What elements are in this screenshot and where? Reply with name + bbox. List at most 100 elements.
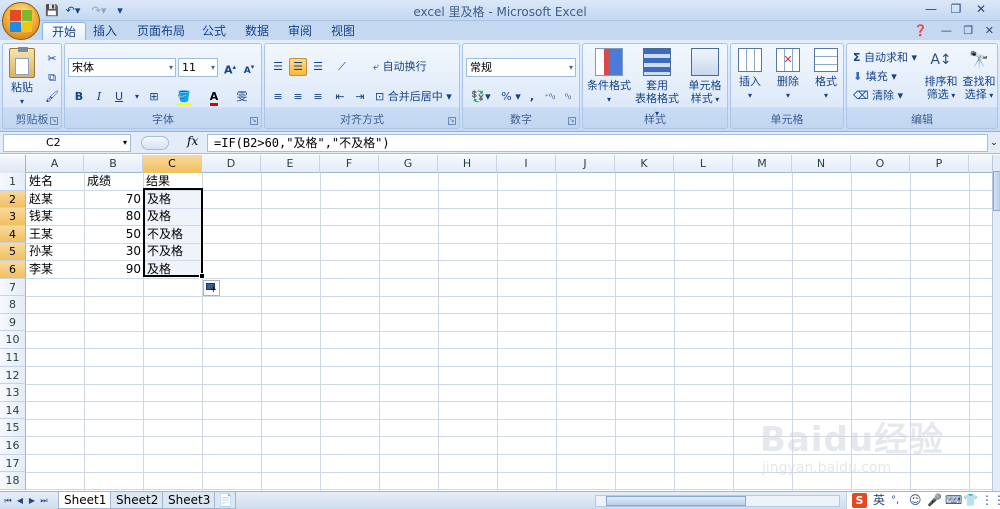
row-header-15[interactable]: 15	[0, 419, 26, 437]
underline-button[interactable]: U	[110, 88, 128, 106]
align-center-icon[interactable]: ≡	[289, 88, 307, 106]
column-header-g[interactable]: G	[379, 155, 438, 173]
ime-voice-icon[interactable]: 🎤	[927, 492, 942, 509]
format-cells-button[interactable]: 格式 ▾	[807, 48, 845, 102]
tab-home[interactable]: 开始	[42, 22, 87, 41]
row-header-9[interactable]: 9	[0, 313, 26, 332]
column-header-f[interactable]: F	[320, 155, 379, 173]
cell-c1[interactable]: 结果	[144, 173, 202, 190]
cell-c2[interactable]: 及格	[145, 191, 202, 208]
borders-icon[interactable]: ⊞	[145, 88, 163, 106]
row-header-6[interactable]: 6	[0, 261, 26, 279]
decrease-indent-icon[interactable]: ⇤	[331, 88, 349, 106]
column-header-m[interactable]: M	[733, 155, 792, 173]
autofill-options-icon[interactable]: +	[203, 280, 220, 296]
cell-a4[interactable]: 王某	[27, 226, 84, 243]
decrease-decimal-icon[interactable]: ⁰₀	[559, 88, 577, 106]
wrap-text-button[interactable]: ⤶ 自动换行	[373, 58, 427, 76]
expand-formula-icon[interactable]: ⌄	[988, 134, 1000, 152]
increase-decimal-icon[interactable]: ⁺⁰₀	[541, 88, 559, 106]
alignment-launcher-icon[interactable]: ↘	[448, 117, 456, 125]
office-button[interactable]	[2, 2, 40, 40]
workbook-close-icon[interactable]: ✕	[985, 24, 994, 37]
insert-cells-button[interactable]: 插入 ▾	[731, 48, 769, 102]
shrink-font-icon[interactable]: A▾	[240, 58, 258, 76]
percent-button[interactable]: % ▾	[499, 88, 523, 106]
phonetic-icon[interactable]: 雯	[233, 88, 251, 106]
ime-emoji-icon[interactable]: ☺	[909, 492, 922, 509]
prev-sheet-icon[interactable]: ◀	[15, 494, 25, 507]
find-select-button[interactable]: 🔭 查找和 选择 ▾	[959, 48, 999, 102]
comma-button[interactable]: ,	[523, 88, 541, 106]
help-icon[interactable]: ❓	[914, 24, 928, 37]
delete-cells-button[interactable]: ✕ 删除 ▾	[769, 48, 807, 102]
bold-button[interactable]: B	[70, 88, 88, 106]
vertical-scrollbar[interactable]	[992, 155, 1000, 491]
row-header-2[interactable]: 2	[0, 190, 26, 209]
horizontal-scroll-thumb[interactable]	[606, 496, 746, 506]
cell-c6[interactable]: 及格	[145, 261, 202, 278]
number-format-select[interactable]: 常规 ▾	[466, 58, 576, 77]
ime-skin-icon[interactable]: 👕	[963, 492, 978, 509]
grow-font-icon[interactable]: A▴	[221, 58, 239, 77]
column-header-k[interactable]: K	[615, 155, 674, 173]
column-header-p[interactable]: P	[910, 155, 969, 173]
row-header-5[interactable]: 5	[0, 243, 26, 261]
font-launcher-icon[interactable]: ↘	[250, 117, 258, 125]
column-header-l[interactable]: L	[674, 155, 733, 173]
first-sheet-icon[interactable]: ⏮	[3, 494, 13, 507]
ribbon-restore-icon[interactable]: ❐	[963, 24, 973, 37]
copy-icon[interactable]: ⧉	[43, 69, 61, 87]
cell-c5[interactable]: 不及格	[145, 243, 202, 260]
column-header-d[interactable]: D	[202, 155, 261, 173]
ime-tools-icon[interactable]: ⋮⋮	[981, 492, 1000, 509]
tab-formulas[interactable]: 公式	[193, 22, 235, 41]
cell-a5[interactable]: 孙某	[27, 243, 84, 260]
insert-function-icon[interactable]: fx	[187, 134, 198, 148]
ribbon-minimize-icon[interactable]: —	[941, 24, 952, 37]
close-icon[interactable]: ✕	[970, 1, 992, 18]
column-header-e[interactable]: E	[261, 155, 320, 173]
name-box[interactable]: C2 ▾	[3, 134, 131, 152]
column-header-n[interactable]: N	[792, 155, 851, 173]
cell-b6[interactable]: 90	[85, 261, 143, 278]
row-header-10[interactable]: 10	[0, 331, 26, 349]
column-header-c[interactable]: C	[143, 155, 202, 173]
sort-filter-button[interactable]: A↕ 排序和 筛选 ▾	[921, 48, 961, 102]
column-header-o[interactable]: O	[851, 155, 910, 173]
conditional-format-button[interactable]: 条件格式 ▾	[585, 48, 633, 106]
italic-button[interactable]: I	[90, 88, 108, 106]
column-header-b[interactable]: B	[84, 155, 143, 173]
cell-b2[interactable]: 70	[85, 191, 143, 208]
sheet-tab-sheet1[interactable]: Sheet1	[58, 492, 113, 509]
font-size-select[interactable]: 11 ▾	[178, 58, 218, 77]
sheet-tab-sheet3[interactable]: Sheet3	[162, 492, 217, 509]
row-header-12[interactable]: 12	[0, 366, 26, 385]
orientation-icon[interactable]: ⟋	[333, 58, 351, 76]
row-header-8[interactable]: 8	[0, 296, 26, 314]
clear-button[interactable]: ⌫ 清除 ▾	[853, 87, 903, 105]
column-header-h[interactable]: H	[438, 155, 497, 173]
format-as-table-button[interactable]: 套用 表格格式 ▾	[633, 48, 681, 120]
align-middle-icon[interactable]: ☰	[289, 58, 307, 76]
autosum-button[interactable]: Σ 自动求和 ▾	[853, 49, 917, 67]
formula-input[interactable]: =IF(B2>60,"及格","不及格")	[207, 134, 988, 152]
align-left-icon[interactable]: ≡	[269, 88, 287, 106]
ime-keyboard-icon[interactable]: ⌨	[945, 492, 962, 509]
last-sheet-icon[interactable]: ⏭	[39, 494, 49, 507]
tab-review[interactable]: 审阅	[279, 22, 321, 41]
row-header-13[interactable]: 13	[0, 384, 26, 402]
cut-icon[interactable]: ✂	[43, 50, 61, 68]
align-top-icon[interactable]: ☰	[269, 58, 287, 76]
tab-insert[interactable]: 插入	[84, 22, 126, 41]
fill-color-icon[interactable]: 🪣	[175, 88, 193, 106]
horizontal-scrollbar[interactable]	[595, 495, 840, 507]
cell-a1[interactable]: 姓名	[27, 173, 84, 190]
row-header-16[interactable]: 16	[0, 437, 26, 455]
align-bottom-icon[interactable]: ☰	[309, 58, 327, 76]
next-sheet-icon[interactable]: ▶	[27, 494, 37, 507]
number-launcher-icon[interactable]: ↘	[568, 117, 576, 125]
row-header-7[interactable]: 7	[0, 278, 26, 297]
font-color-icon[interactable]: A	[205, 88, 223, 106]
row-header-3[interactable]: 3	[0, 208, 26, 226]
